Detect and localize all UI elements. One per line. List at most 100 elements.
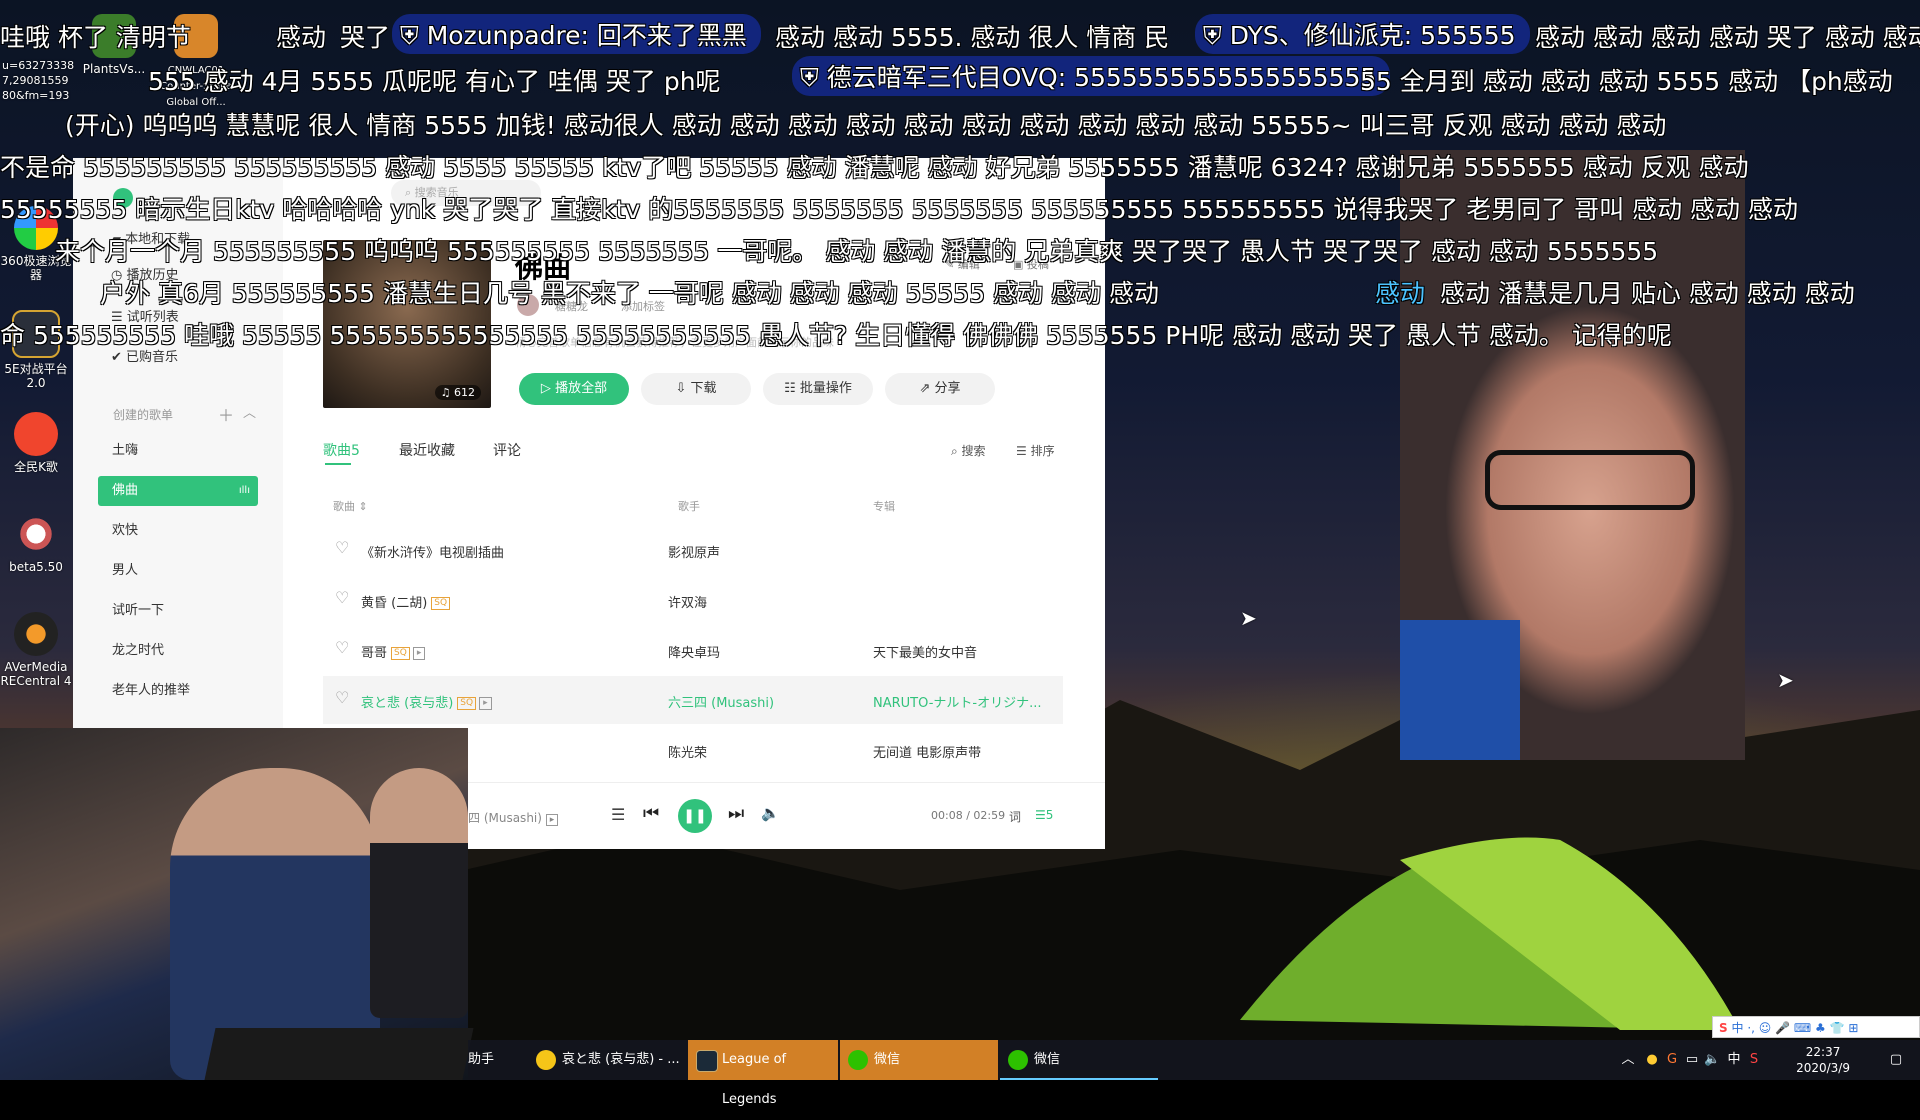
danmaku-text: 德云暗军三代目OVQ: 5555555555555555555 <box>826 63 1377 92</box>
playlist-item-active[interactable]: 佛曲 ıllı <box>98 476 258 506</box>
song-title-wrap: 哥哥 SQ ▸ <box>361 642 426 661</box>
ime-toolbar[interactable]: S 中 ·, ☺ 🎤 ⌨ ♣ 👕 ⊞ <box>1712 1016 1920 1038</box>
queue-count-button[interactable]: ☰5 <box>1035 808 1053 822</box>
song-artist[interactable]: 六三四 (Musashi) <box>668 692 774 711</box>
taskbar-item-music[interactable]: 哀と悲 (哀与悲) - ... <box>528 1040 686 1080</box>
sogou-logo-icon: S <box>1719 1021 1728 1035</box>
playlist-item[interactable]: 男人 <box>98 556 258 586</box>
flower-icon <box>14 512 58 556</box>
song-title-wrap: 哀と悲 (哀与悲) SQ ▸ <box>361 692 492 711</box>
batch-button[interactable]: ☷ 批量操作 <box>763 373 873 405</box>
mouse-cursor-icon: ➤ <box>1777 668 1794 692</box>
avermedia-icon <box>14 612 58 656</box>
song-row[interactable]: ♡ 《新水浒传》电视剧插曲 影视原声 <box>323 526 1063 574</box>
danmaku-comment: 命 555555555 哇哦 55555 555555555555555 555… <box>0 321 1672 350</box>
heart-icon[interactable]: ♡ <box>335 540 351 556</box>
taskbar-item-wechat-2[interactable]: 微信 <box>1000 1040 1158 1080</box>
wechat-icon <box>848 1050 868 1070</box>
overlay-url-info: u=63273338 7,29081559 80&fm=193 <box>2 59 75 102</box>
song-artist[interactable]: 降央卓玛 <box>668 642 720 661</box>
playlist-item[interactable]: 老年人的推举 <box>98 676 258 706</box>
danmaku-comment: (开心) 呜呜呜 慧慧呢 很人 情商 5555 加钱! 感动很人 感动 感动 感… <box>65 111 1667 140</box>
playlist-item[interactable]: 试听一下 <box>98 596 258 626</box>
song-album[interactable]: NARUTO-ナルト-オリジナ... <box>873 692 1041 711</box>
mv-icon[interactable]: ▸ <box>479 697 492 710</box>
sq-badge-icon: SQ <box>457 697 477 710</box>
heart-icon[interactable]: ♡ <box>335 590 351 606</box>
song-artist[interactable]: 陈光荣 <box>668 742 707 761</box>
section-title-created-playlists: 创建的歌单 <box>113 408 174 422</box>
song-artist[interactable]: 影视原声 <box>668 542 720 561</box>
pause-icon: ❚❚ <box>683 808 707 824</box>
tab-songs[interactable]: 歌曲5 <box>323 440 360 460</box>
download-button[interactable]: ⇩ 下载 <box>641 373 751 405</box>
column-header-artist: 歌手 <box>678 500 700 513</box>
song-title[interactable]: 《新水浒传》电视剧插曲 <box>361 546 504 561</box>
collapse-icon[interactable]: ︿ <box>243 402 256 421</box>
prev-icon[interactable]: ⏮ <box>643 803 659 824</box>
now-playing-text[interactable]: 四 (Musashi) ▸ <box>468 809 559 826</box>
song-title[interactable]: 哥哥 <box>361 646 387 661</box>
play-icon: ▷ <box>540 381 556 396</box>
volume-icon[interactable]: 🔈 <box>761 804 780 822</box>
sort-icon: ☰ <box>1016 444 1031 458</box>
song-row[interactable]: ♡ 黄昏 (二胡) SQ 许双海 <box>323 576 1063 624</box>
heart-icon[interactable]: ♡ <box>335 690 351 706</box>
next-icon[interactable]: ⏭ <box>728 803 744 824</box>
tray-sogou-icon[interactable]: S <box>1746 1052 1762 1068</box>
notification-icon[interactable]: ▢ <box>1888 1052 1904 1068</box>
taskbar-item-assistant[interactable]: 助手 <box>468 1040 528 1080</box>
tray-network-icon[interactable]: ▭ <box>1684 1052 1700 1068</box>
song-title[interactable]: 哀と悲 (哀与悲) <box>361 696 453 711</box>
playing-bars-icon: ıllı <box>238 485 250 496</box>
wechat-icon <box>1008 1050 1028 1070</box>
tray-g-icon[interactable]: G <box>1664 1052 1680 1068</box>
tray-expand-icon[interactable]: ︿ <box>1620 1052 1636 1068</box>
mv-icon[interactable]: ▸ <box>412 647 426 660</box>
desktop-icon-quanmin-kge[interactable]: 全民K歌 <box>0 412 72 474</box>
song-artist[interactable]: 许双海 <box>668 592 707 611</box>
danmaku-comment: 感动 潘慧是几月 贴心 感动 感动 感动 <box>1440 279 1855 308</box>
danmaku-comment: 感动 <box>276 23 327 52</box>
playlist-queue-icon[interactable]: ☰ <box>611 805 625 824</box>
taskbar-item-wechat[interactable]: 微信 <box>840 1040 998 1080</box>
column-header-song[interactable]: 歌曲 ⇕ <box>333 498 368 514</box>
taskbar-clock[interactable]: 22:37 2020/3/9 <box>1796 1044 1850 1076</box>
add-playlist-icon[interactable]: ＋ <box>218 402 234 426</box>
song-album[interactable]: 无间道 电影原声带 <box>873 742 981 761</box>
tab-recent-favorites[interactable]: 最近收藏 <box>399 440 455 460</box>
playlist-item[interactable]: 欢快 <box>98 516 258 546</box>
playback-time: 00:08 / 02:59 <box>931 809 1006 822</box>
share-icon: ⇗ <box>919 381 935 396</box>
tray-ime[interactable]: 中 <box>1726 1052 1742 1068</box>
song-title[interactable]: 黄昏 (二胡) <box>361 596 427 611</box>
danmaku-text: Mozunpadre: 回不来了黑黑 <box>426 21 747 50</box>
play-all-button[interactable]: ▷ 播放全部 <box>519 373 629 405</box>
song-album[interactable]: 天下最美的女中音 <box>873 642 977 661</box>
playlist-item[interactable]: 龙之时代 <box>98 636 258 666</box>
sort-button[interactable]: ☰ 排序 <box>1016 442 1055 459</box>
desktop-icon-beta[interactable]: beta5.50 <box>0 512 72 574</box>
glasses <box>1485 450 1695 510</box>
pause-button[interactable]: ❚❚ <box>678 799 712 833</box>
share-button[interactable]: ⇗ 分享 <box>885 373 995 405</box>
heart-icon[interactable]: ♡ <box>335 640 351 656</box>
danmaku-comment: ⛨ DYS、修仙派克: 555555 <box>1195 14 1530 54</box>
playlist-item[interactable]: 土嗨 <box>98 436 258 466</box>
desktop-icon-avermedia[interactable]: AVerMedia RECentral 4 <box>0 612 72 688</box>
song-search-button[interactable]: ⌕ 搜索 <box>951 442 986 459</box>
danmaku-comment: ⛨ Mozunpadre: 回不来了黑黑 <box>392 14 761 54</box>
song-title-wrap: 《新水浒传》电视剧插曲 <box>361 542 504 561</box>
sq-badge-icon: SQ <box>391 647 410 660</box>
lyrics-button[interactable]: 词 <box>1009 808 1021 825</box>
fan-badge-icon: ⛨ <box>1203 21 1230 50</box>
danmaku-comment: 感动 感动 感动 感动 哭了 感动 感动 <box>1535 23 1920 52</box>
taskbar-item-lol[interactable]: League of Legends <box>688 1040 838 1107</box>
tab-comments[interactable]: 评论 <box>493 440 521 460</box>
song-row[interactable]: ♡ 哀と悲 (哀与悲) SQ ▸ 六三四 (Musashi) NARUTO-ナルト-オリジ… <box>323 676 1063 724</box>
song-row[interactable]: ♡ 哥哥 SQ ▸ 降央卓玛 天下最美的女中音 <box>323 626 1063 674</box>
danmaku-comment: 55 全月到 感动 感动 感动 5555 感动 【ph感动 <box>1360 67 1893 96</box>
tray-volume-icon[interactable]: 🔈 <box>1704 1052 1720 1068</box>
tray-app-icon[interactable]: ● <box>1644 1052 1660 1068</box>
ime-mode-label: 中 <box>1731 1021 1744 1035</box>
